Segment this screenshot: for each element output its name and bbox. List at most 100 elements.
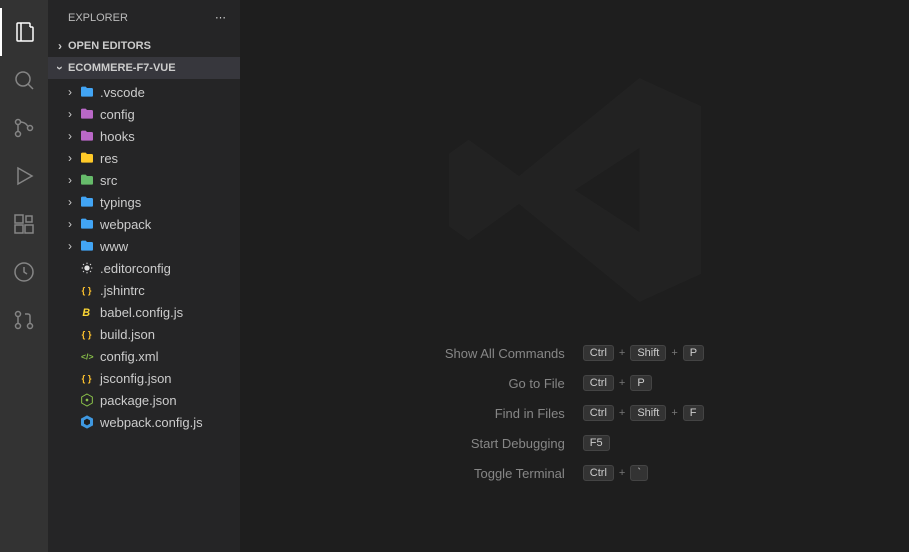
keyboard-key: P	[630, 375, 651, 391]
folder-vscode-icon	[78, 84, 96, 100]
folder-resource-icon	[78, 150, 96, 166]
editorconfig-icon	[78, 260, 96, 276]
tree-item-label: babel.config.js	[100, 305, 183, 320]
svg-text:</>: </>	[81, 351, 94, 361]
keyboard-key: Ctrl	[583, 375, 614, 391]
tree-item-label: jsconfig.json	[100, 371, 172, 386]
tree-file[interactable]: { } jsconfig.json	[48, 367, 240, 389]
keyboard-key: Ctrl	[583, 345, 614, 361]
keyboard-key: Shift	[630, 345, 666, 361]
activity-bar	[0, 0, 48, 552]
tree-item-label: package.json	[100, 393, 177, 408]
activity-explorer-icon[interactable]	[0, 8, 48, 56]
keyboard-key: Shift	[630, 405, 666, 421]
section-project[interactable]: › ECOMMERE-F7-VUE	[48, 57, 240, 79]
tree-file[interactable]: { } .jshintrc	[48, 279, 240, 301]
chevron-down-icon: ›	[53, 60, 67, 76]
tree-item-label: typings	[100, 195, 141, 210]
chevron-right-icon: ›	[62, 217, 78, 231]
chevron-right-icon: ›	[62, 195, 78, 209]
tree-item-label: build.json	[100, 327, 155, 342]
tree-item-label: www	[100, 239, 128, 254]
command-shortcut: Ctrl+Shift+F	[583, 405, 704, 421]
section-open-editors[interactable]: › OPEN EDITORS	[48, 35, 240, 57]
folder-src-icon	[78, 172, 96, 188]
editor-area: Show All Commands Ctrl + Shift + P Go to File C…	[240, 0, 909, 552]
json-icon: { }	[78, 370, 96, 386]
svg-text:{ }: { }	[82, 373, 92, 383]
activity-run-debug-icon[interactable]	[0, 152, 48, 200]
tree-item-label: .editorconfig	[100, 261, 171, 276]
tree-item-label: hooks	[100, 129, 135, 144]
babel-icon: B	[78, 304, 96, 320]
tree-folder[interactable]: › res	[48, 147, 240, 169]
keyboard-key: F5	[583, 435, 610, 451]
tree-folder[interactable]: › hooks	[48, 125, 240, 147]
tree-file[interactable]: package.json	[48, 389, 240, 411]
key-separator: +	[671, 407, 677, 419]
tree-item-label: config	[100, 107, 135, 122]
activity-source-control-icon[interactable]	[0, 104, 48, 152]
vscode-watermark-icon	[435, 50, 715, 335]
xml-icon: </>	[78, 348, 96, 364]
chevron-right-icon: ›	[52, 39, 68, 53]
folder-hooks-icon	[78, 128, 96, 144]
file-tree: › .vscode › config › hooks › res › src ›…	[48, 79, 240, 552]
command-shortcut: Ctrl+Shift+P	[583, 345, 704, 361]
activity-timeline-icon[interactable]	[0, 248, 48, 296]
folder-typings-icon	[78, 194, 96, 210]
key-separator: +	[671, 347, 677, 359]
tree-folder[interactable]: › config	[48, 103, 240, 125]
tree-folder[interactable]: › src	[48, 169, 240, 191]
command-shortcut: Ctrl+P	[583, 375, 704, 391]
chevron-right-icon: ›	[62, 151, 78, 165]
welcome-commands: Show All Commands Ctrl + Shift + P Go to File C…	[445, 345, 704, 481]
tree-item-label: src	[100, 173, 117, 188]
more-actions-icon[interactable]: ⋯	[215, 11, 228, 24]
tree-folder[interactable]: › webpack	[48, 213, 240, 235]
chevron-right-icon: ›	[62, 85, 78, 99]
tree-item-label: res	[100, 151, 118, 166]
activity-search-icon[interactable]	[0, 56, 48, 104]
chevron-right-icon: ›	[62, 107, 78, 121]
svg-text:B: B	[82, 307, 90, 319]
tree-item-label: webpack	[100, 217, 151, 232]
keyboard-key: `	[630, 465, 648, 481]
keyboard-key: Ctrl	[583, 405, 614, 421]
tree-item-label: webpack.config.js	[100, 415, 203, 430]
key-separator: +	[619, 467, 625, 479]
chevron-right-icon: ›	[62, 239, 78, 253]
tree-folder[interactable]: › www	[48, 235, 240, 257]
tree-folder[interactable]: › typings	[48, 191, 240, 213]
command-label: Go to File	[445, 376, 565, 391]
chevron-right-icon: ›	[62, 173, 78, 187]
folder-config-icon	[78, 106, 96, 122]
sidebar-explorer: EXPLORER ⋯ › OPEN EDITORS › ECOMMERE-F7-…	[48, 0, 240, 552]
tree-file[interactable]: webpack.config.js	[48, 411, 240, 433]
section-label: ECOMMERE-F7-VUE	[68, 62, 176, 74]
webpack-icon	[78, 414, 96, 430]
keyboard-key: Ctrl	[583, 465, 614, 481]
tree-file[interactable]: { } build.json	[48, 323, 240, 345]
tree-file[interactable]: </> config.xml	[48, 345, 240, 367]
sidebar-title: EXPLORER	[68, 12, 128, 24]
json-icon: { }	[78, 282, 96, 298]
svg-text:{ }: { }	[82, 329, 92, 339]
folder-www-icon	[78, 238, 96, 254]
activity-extensions-icon[interactable]	[0, 200, 48, 248]
command-shortcut: Ctrl + `	[583, 465, 704, 481]
command-label: Start Debugging	[445, 436, 565, 451]
npm-icon	[78, 392, 96, 408]
tree-item-label: config.xml	[100, 349, 159, 364]
svg-text:{ }: { }	[82, 285, 92, 295]
section-label: OPEN EDITORS	[68, 40, 151, 52]
key-separator: +	[619, 407, 625, 419]
json-icon: { }	[78, 326, 96, 342]
tree-file[interactable]: .editorconfig	[48, 257, 240, 279]
command-label: Show All Commands	[445, 346, 565, 361]
activity-git-pr-icon[interactable]	[0, 296, 48, 344]
tree-folder[interactable]: › .vscode	[48, 81, 240, 103]
tree-item-label: .jshintrc	[100, 283, 145, 298]
tree-file[interactable]: B babel.config.js	[48, 301, 240, 323]
tree-item-label: .vscode	[100, 85, 145, 100]
